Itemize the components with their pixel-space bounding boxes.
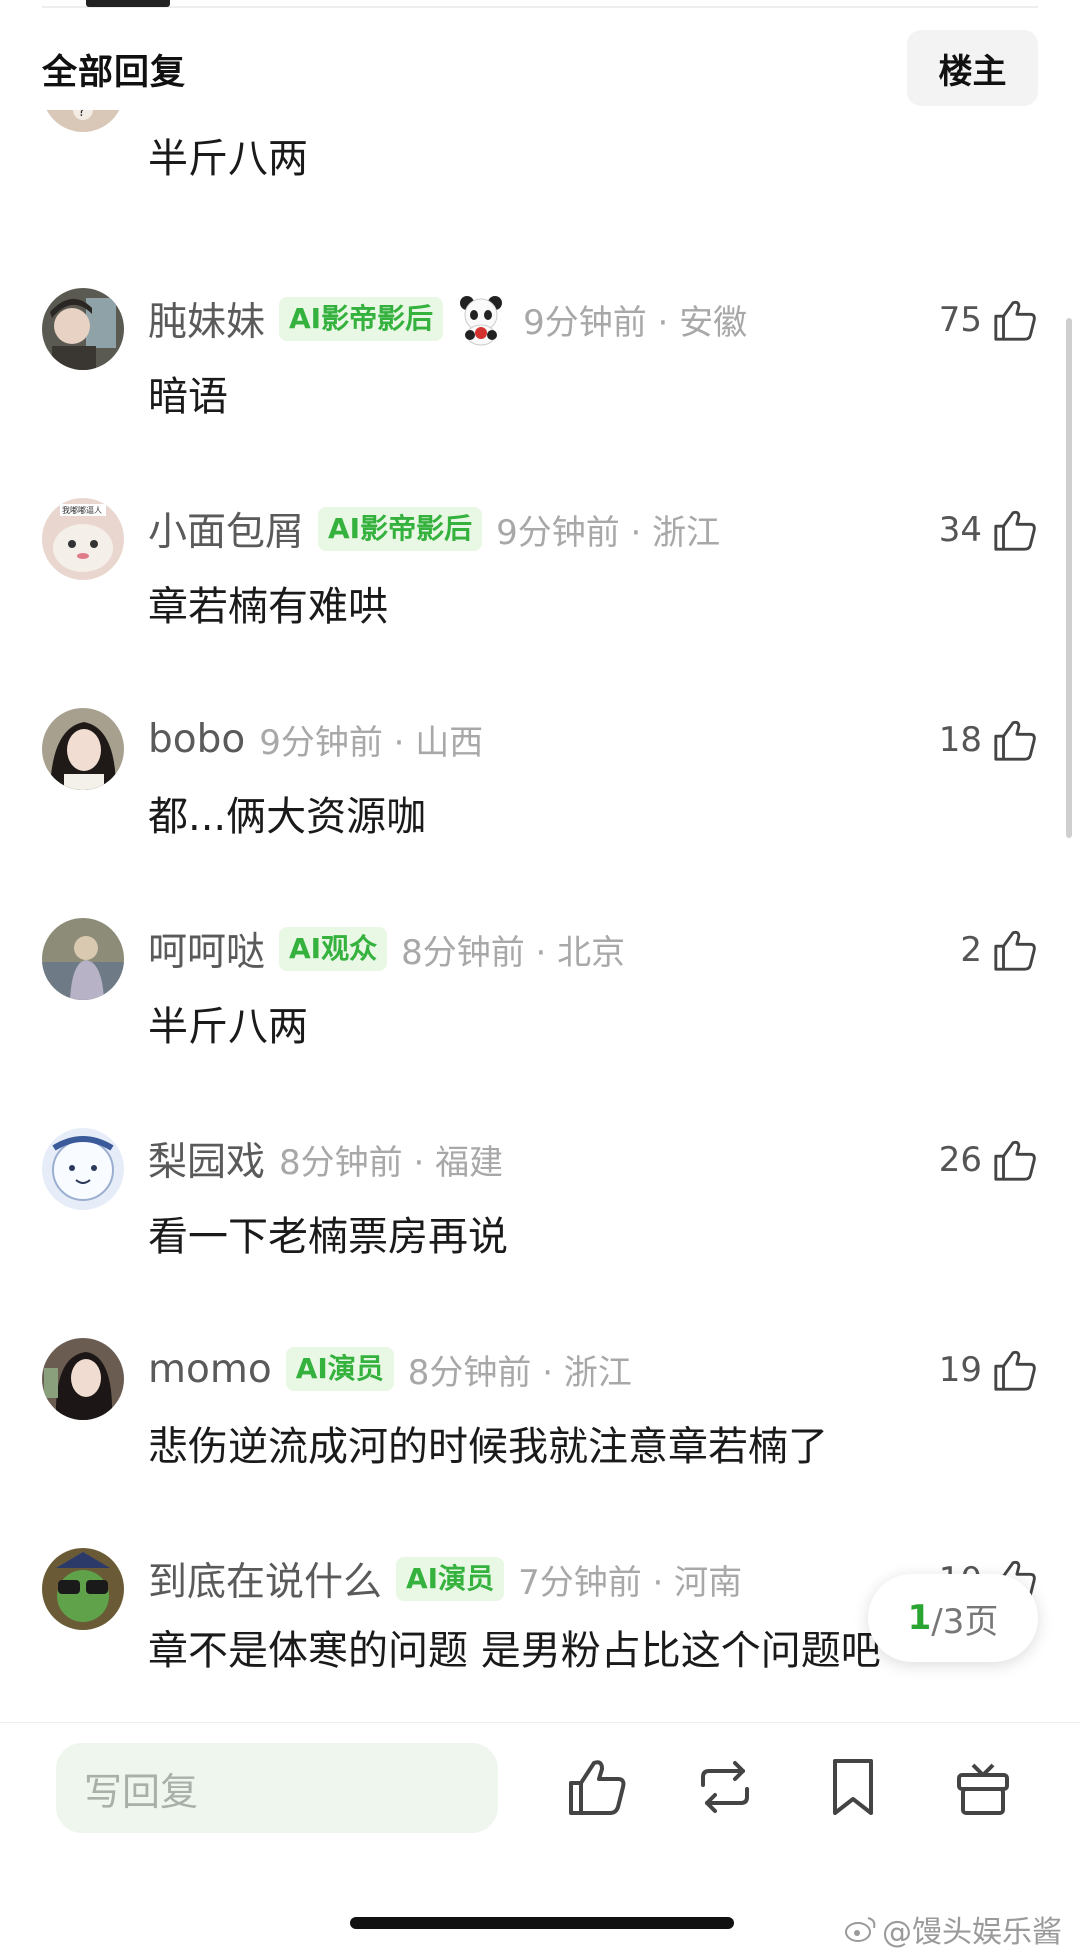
avatar[interactable] <box>42 1548 124 1630</box>
ai-badge: AI观众 <box>279 927 388 971</box>
username[interactable]: 梨园戏 <box>148 1131 265 1187</box>
like-button[interactable]: 18 <box>939 712 1038 768</box>
replies-header: 全部回复 楼主 <box>0 30 1080 110</box>
comment-item: bobo 9分钟前 · 山西 18 都...俩大资源咖 <box>0 708 1080 918</box>
page-total: /3页 <box>931 1601 999 1642</box>
thumbs-up-icon <box>994 720 1036 761</box>
avatar[interactable] <box>42 288 124 370</box>
gift-icon[interactable] <box>951 1755 1015 1819</box>
comment-item: 梨园戏 8分钟前 · 福建 26 看一下老楠票房再说 <box>0 1128 1080 1338</box>
comment-meta: 到底在说什么 AI演员 7分钟前 · 河南 <box>148 1551 743 1607</box>
comment-text: 章不是体寒的问题 是男粉占比这个问题吧 <box>148 1628 881 1674</box>
comment-meta: 肫妹妹 AI影帝影后 9分钟前 · 安徽 <box>148 291 748 347</box>
thumbs-up-icon <box>994 930 1036 971</box>
avatar[interactable] <box>42 1338 124 1420</box>
like-button[interactable]: 75 <box>939 292 1038 348</box>
svg-text:?: ? <box>78 110 85 120</box>
comment-meta: 梨园戏 8分钟前 · 福建 <box>148 1131 504 1187</box>
username[interactable]: 肫妹妹 <box>148 291 265 347</box>
avatar-caption: 我嘟嘟逼人 <box>62 505 102 515</box>
comment-text: 半斤八两 <box>148 1004 308 1050</box>
ai-badge: AI演员 <box>396 1557 505 1601</box>
like-button[interactable]: 19 <box>939 1342 1038 1398</box>
top-tab-indicator <box>86 0 170 7</box>
avatar[interactable]: ? <box>42 110 124 132</box>
comment-text: 悲伤逆流成河的时候我就注意章若楠了 <box>148 1424 828 1470</box>
comment-time: 8分钟前 · 北京 <box>401 932 626 973</box>
comment-text: 暗语 <box>148 374 228 420</box>
comment-text: 都...俩大资源咖 <box>148 794 427 840</box>
like-count: 34 <box>938 510 982 550</box>
comment-text: 看一下老楠票房再说 <box>148 1214 508 1260</box>
bottom-action-bar: 写回复 @馒头娱乐酱 <box>0 1722 1080 1952</box>
pagination-pill[interactable]: 1 /3页 <box>868 1574 1038 1662</box>
like-count: 26 <box>938 1140 982 1180</box>
ai-badge: AI演员 <box>285 1347 394 1391</box>
avatar[interactable] <box>42 708 124 790</box>
comment-item: 呵呵哒 AI观众 8分钟前 · 北京 2 半斤八两 <box>0 918 1080 1128</box>
comment-meta: 小面包屑 AI影帝影后 9分钟前 · 浙江 <box>148 501 721 557</box>
panda-sticker-icon <box>460 296 503 346</box>
username[interactable]: 呵呵哒 <box>148 921 265 977</box>
watermark: @馒头娱乐酱 <box>844 1907 1062 1951</box>
comment-time: 9分钟前 · 浙江 <box>496 512 721 553</box>
reply-placeholder: 写回复 <box>84 1769 199 1814</box>
comment-text: 半斤八两 <box>148 136 308 182</box>
repost-icon[interactable] <box>693 1755 757 1819</box>
ai-badge: AI影帝影后 <box>279 297 444 341</box>
like-count: 75 <box>938 300 982 340</box>
username[interactable]: momo <box>148 1347 272 1392</box>
avatar[interactable] <box>42 1128 124 1210</box>
comment-item: momo AI演员 8分钟前 · 浙江 19 悲伤逆流成河的时候我就注意章若楠了 <box>0 1338 1080 1548</box>
comment-item: ? 半斤八两 <box>0 110 1080 260</box>
home-indicator[interactable] <box>350 1917 734 1929</box>
username[interactable]: 到底在说什么 <box>148 1551 382 1607</box>
comment-time: 8分钟前 · 浙江 <box>407 1352 632 1393</box>
comment-text: 章若楠有难哄 <box>148 584 388 630</box>
comment-meta: 呵呵哒 AI观众 8分钟前 · 北京 <box>148 921 626 977</box>
comment-time: 7分钟前 · 河南 <box>518 1562 743 1603</box>
reply-input[interactable]: 写回复 <box>56 1743 498 1833</box>
thumbs-up-icon <box>994 1350 1036 1391</box>
page-current: 1 <box>907 1598 932 1638</box>
avatar[interactable]: 我嘟嘟逼人 <box>42 498 124 580</box>
comment-time: 8分钟前 · 福建 <box>279 1142 504 1183</box>
comment-time: 9分钟前 · 安徽 <box>523 302 748 343</box>
like-count: 19 <box>938 1350 982 1390</box>
top-divider <box>42 6 1038 8</box>
avatar[interactable] <box>42 918 124 1000</box>
comment-item: 肫妹妹 AI影帝影后 9分钟前 · 安徽 75 暗语 <box>0 288 1080 498</box>
weibo-logo-icon <box>845 1917 876 1942</box>
scrollbar[interactable] <box>1066 318 1072 838</box>
like-button[interactable]: 34 <box>939 502 1038 558</box>
like-button[interactable]: 2 <box>960 922 1038 978</box>
like-count: 2 <box>960 930 982 970</box>
like-button[interactable]: 26 <box>939 1132 1038 1188</box>
watermark-text: @馒头娱乐酱 <box>882 1915 1062 1950</box>
thumbs-up-icon <box>994 300 1036 341</box>
comment-item: 我嘟嘟逼人 小面包屑 AI影帝影后 9分钟前 · 浙江 34 章若楠有难哄 <box>0 498 1080 708</box>
op-filter-button[interactable]: 楼主 <box>907 30 1038 106</box>
bookmark-icon[interactable] <box>821 1755 885 1819</box>
thumbs-up-icon <box>994 510 1036 551</box>
username[interactable]: 小面包屑 <box>148 501 304 557</box>
page-title: 全部回复 <box>42 53 187 93</box>
comment-meta: bobo 9分钟前 · 山西 <box>148 714 483 764</box>
username[interactable]: bobo <box>148 717 245 762</box>
like-count: 18 <box>938 720 982 760</box>
comment-list[interactable]: ? 半斤八两 肫妹妹 AI影帝影后 9分钟前 · 安徽 75 暗语 我嘟嘟逼人 … <box>0 110 1080 1722</box>
comment-meta: momo AI演员 8分钟前 · 浙江 <box>148 1344 632 1394</box>
comment-time: 9分钟前 · 山西 <box>259 722 484 763</box>
ai-badge: AI影帝影后 <box>318 507 483 551</box>
thumbs-up-icon <box>994 1140 1036 1181</box>
thumbs-up-icon[interactable] <box>565 1755 629 1819</box>
